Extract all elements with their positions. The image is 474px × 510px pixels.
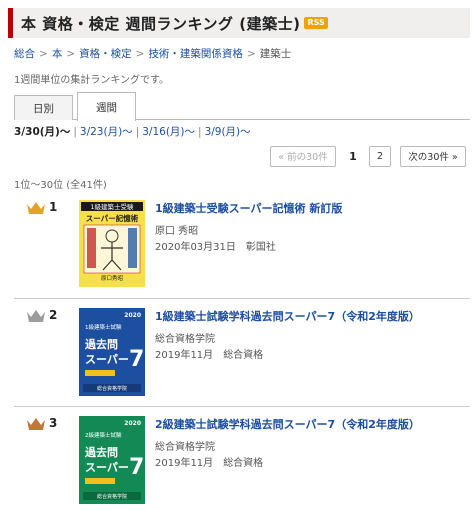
book-author: 総合資格学院	[155, 334, 215, 345]
separator-icon: >	[135, 48, 145, 60]
book-pubinfo: 2019年11月 総合資格	[155, 454, 263, 469]
publisher: 総合資格	[223, 350, 264, 361]
ranking-item: 2 2020 1級建築士試験 過去問 スーパー 7 総合資格学院 1級建築士試験…	[14, 304, 470, 404]
divider	[14, 298, 470, 299]
book-pubinfo: 2020年03月31日 彰国社	[155, 238, 276, 253]
book-author: 原口 秀昭	[155, 226, 199, 237]
publisher: 彰国社	[245, 242, 276, 253]
svg-text:1級建築士試験: 1級建築士試験	[85, 323, 122, 331]
week-link[interactable]: 3/16(月)〜	[142, 126, 195, 138]
rank-number: 3	[49, 416, 58, 430]
breadcrumb: 総合 > 本 > 資格・検定 > 技術・建築関係資格 > 建築士	[14, 46, 291, 61]
week-link[interactable]: 3/9(月)〜	[205, 126, 251, 138]
publish-date: 2019年11月	[155, 350, 214, 361]
separator-icon: >	[39, 48, 48, 60]
bronze-crown-icon	[27, 418, 45, 430]
book-cover[interactable]: 2020 1級建築士試験 過去問 スーパー 7 総合資格学院	[79, 308, 145, 396]
page-header: 本 資格・検定 週間ランキング (建築士) RSS	[8, 8, 470, 38]
separator-icon: >	[66, 48, 76, 60]
page-2-button[interactable]: 2	[369, 145, 391, 167]
book-title-link[interactable]: 1級建築士試験学科過去問スーパー7（令和2年度版）	[155, 308, 420, 324]
svg-text:過去問: 過去問	[84, 337, 118, 351]
svg-text:原口秀昭: 原口秀昭	[101, 274, 124, 282]
svg-text:7: 7	[129, 347, 144, 372]
book-title-link[interactable]: 1級建築士受験スーパー記憶術 新訂版	[155, 200, 342, 216]
divider	[14, 406, 470, 407]
rank-number: 1	[49, 200, 58, 214]
result-range: 1位〜30位 (全41件)	[14, 180, 107, 191]
rank-number: 2	[49, 308, 58, 322]
page-title: 本 資格・検定 週間ランキング (建築士)	[21, 14, 301, 33]
svg-text:2020: 2020	[124, 420, 141, 427]
publish-date: 2019年11月	[155, 458, 214, 469]
svg-text:スーパー: スーパー	[85, 461, 129, 474]
book-cover[interactable]: 2020 2級建築士試験 過去問 スーパー 7 総合資格学院	[79, 416, 145, 504]
breadcrumb-current: 建築士	[259, 48, 292, 60]
tab-weekly[interactable]: 週間	[77, 92, 136, 121]
svg-text:2020: 2020	[124, 312, 141, 319]
svg-text:2級建築士試験: 2級建築士試験	[85, 431, 122, 439]
separator-icon: >	[246, 48, 256, 60]
week-current: 3/30(月)〜	[14, 126, 71, 138]
ranking-item: 3 2020 2級建築士試験 過去問 スーパー 7 総合資格学院 2級建築士試験…	[14, 412, 470, 508]
svg-text:総合資格学院: 総合資格学院	[97, 385, 127, 392]
breadcrumb-link-books[interactable]: 本	[52, 48, 63, 60]
svg-text:過去問: 過去問	[84, 445, 118, 459]
next-page-button[interactable]: 次の30件 »	[400, 145, 466, 167]
svg-text:1級建築士受験: 1級建築士受験	[90, 202, 134, 211]
rss-icon[interactable]: RSS	[304, 17, 328, 29]
book-title-link[interactable]: 2級建築士試験学科過去問スーパー7（令和2年度版）	[155, 416, 420, 432]
breadcrumb-link-all[interactable]: 総合	[14, 48, 35, 60]
week-link[interactable]: 3/23(月)〜	[80, 126, 133, 138]
book-pubinfo: 2019年11月 総合資格	[155, 346, 263, 361]
ranking-item: 1 1級建築士受験 スーパー記憶術 原口秀昭 1級建築士受験スーパー記憶術 新訂…	[14, 196, 470, 296]
book-cover[interactable]: 1級建築士受験 スーパー記憶術 原口秀昭	[79, 200, 145, 287]
period-tabs: 日別 週間	[14, 92, 470, 121]
breadcrumb-link-technical[interactable]: 技術・建築関係資格	[148, 48, 243, 60]
breadcrumb-link-qualifications[interactable]: 資格・検定	[79, 48, 132, 60]
tab-daily[interactable]: 日別	[14, 95, 73, 120]
svg-text:総合資格学院: 総合資格学院	[97, 493, 127, 500]
publisher: 総合資格	[223, 458, 264, 469]
silver-crown-icon	[27, 310, 45, 322]
publish-date: 2020年03月31日	[155, 242, 236, 253]
prev-page-button[interactable]: « 前の30件	[270, 145, 336, 167]
ranking-description: 1週間単位の集計ランキングです。	[14, 75, 170, 86]
pagination: « 前の30件 1 2 次の30件 »	[270, 145, 466, 167]
book-author: 総合資格学院	[155, 442, 215, 453]
svg-text:スーパー記憶術: スーパー記憶術	[86, 213, 139, 223]
current-page: 1	[349, 149, 357, 163]
week-selector: 3/30(月)〜 | 3/23(月)〜 | 3/16(月)〜 | 3/9(月)〜	[14, 126, 251, 138]
svg-text:スーパー: スーパー	[85, 353, 129, 366]
svg-text:7: 7	[129, 455, 144, 480]
gold-crown-icon	[27, 202, 45, 214]
